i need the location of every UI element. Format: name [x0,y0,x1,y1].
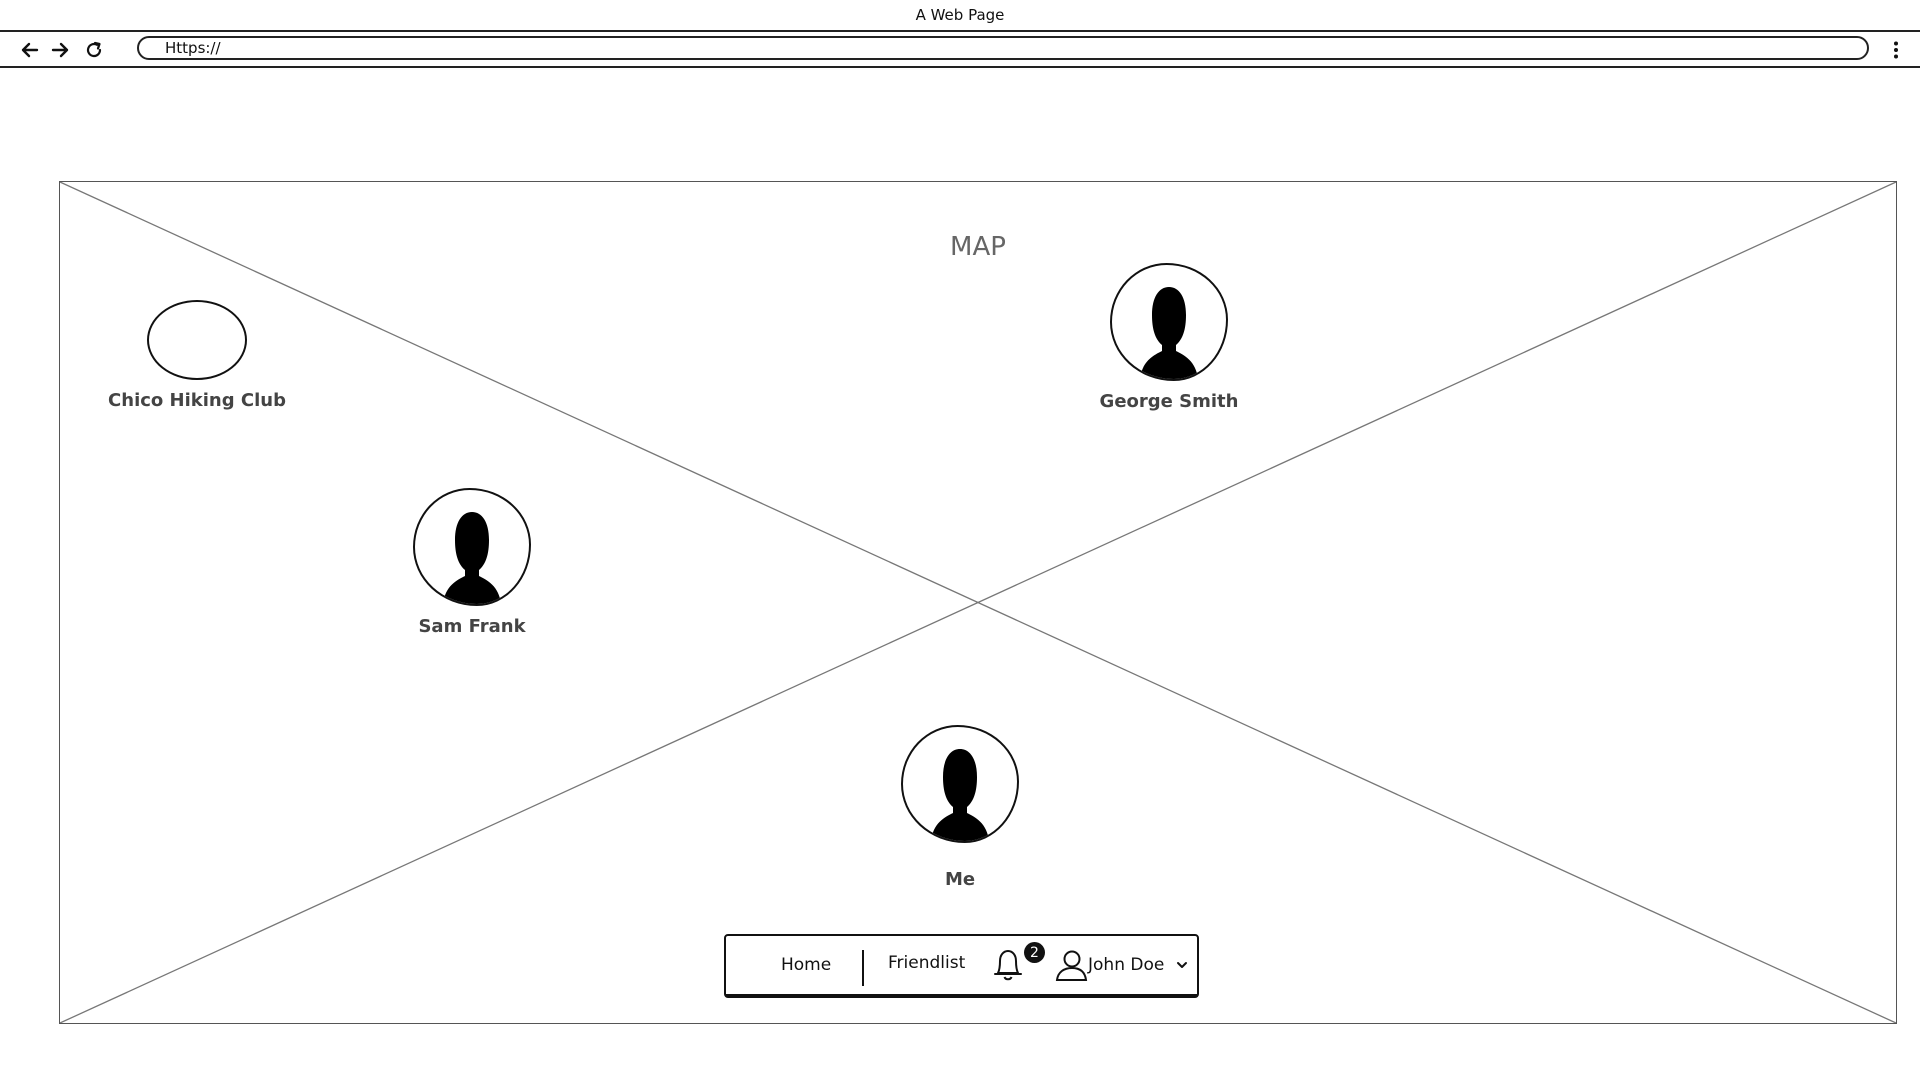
marker-label: George Smith [1099,391,1239,412]
club-icon [147,300,247,380]
marker-label: Chico Hiking Club [108,390,286,411]
nav-divider [862,950,864,986]
bell-icon [994,949,1022,981]
nav-friendlist[interactable]: Friendlist [888,934,965,992]
url-text: Https:// [165,39,221,57]
notification-count-badge: 2 [1024,942,1045,963]
marker-label: Sam Frank [418,616,526,637]
bottom-nav-bar: Home Friendlist 2 John Doe [724,934,1199,998]
user-menu-dropdown[interactable]: John Doe [1054,936,1190,994]
map-placeholder-cross [60,182,1896,1023]
map-title: MAP [950,232,1006,262]
forward-button[interactable] [48,38,72,62]
marker-chico-hiking-club[interactable]: Chico Hiking Club [108,300,286,411]
kebab-menu-icon [1894,41,1898,59]
user-silhouette-icon [443,512,501,604]
notifications-button[interactable] [992,936,1024,994]
back-button[interactable] [18,38,42,62]
map-view[interactable]: MAP Chico Hiking Club George Smith Sam F… [59,181,1897,1024]
avatar [901,725,1019,843]
marker-me[interactable]: Me [885,725,1035,890]
user-silhouette-icon [931,749,989,841]
user-silhouette-icon [1140,287,1198,379]
nav-home-label: Home [781,955,832,975]
reload-icon [86,41,102,58]
nav-home[interactable]: Home [781,936,831,994]
arrow-left-icon [21,42,39,58]
browser-toolbar: Https:// [0,32,1920,68]
window-titlebar: A Web Page [0,0,1920,32]
chevron-down-icon [1177,962,1188,968]
url-input[interactable]: Https:// [137,36,1869,60]
reload-button[interactable] [82,38,106,62]
window-title: A Web Page [915,6,1005,24]
nav-friendlist-label: Friendlist [888,953,966,973]
marker-george-smith[interactable]: George Smith [1094,263,1244,412]
user-name: John Doe [1088,955,1165,975]
avatar [413,488,531,606]
marker-sam-frank[interactable]: Sam Frank [397,488,547,637]
user-icon [1055,950,1088,981]
browser-menu-button[interactable] [1884,38,1908,62]
marker-label: Me [944,869,976,890]
avatar [1110,263,1228,381]
arrow-right-icon [51,42,69,58]
